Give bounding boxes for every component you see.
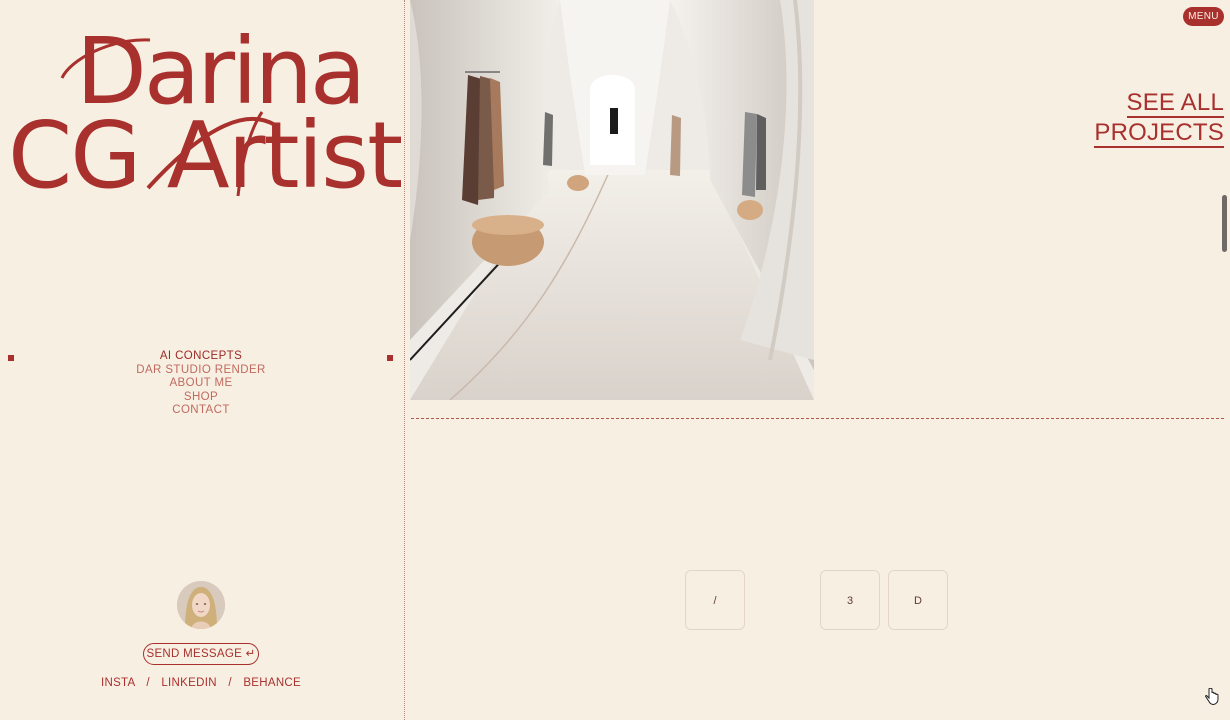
social-separator: / xyxy=(228,677,232,689)
key-d[interactable]: D xyxy=(888,570,948,630)
see-all-projects-link[interactable]: SEE ALL PROJECTS xyxy=(1094,88,1224,148)
avatar-portrait-icon xyxy=(177,581,225,629)
boutique-interior-image xyxy=(410,0,814,400)
key-3[interactable]: 3 xyxy=(820,570,880,630)
hand-pointer-icon xyxy=(1205,688,1219,705)
nav-item-contact[interactable]: CONTACT xyxy=(0,404,402,418)
behance-link[interactable]: BEHANCE xyxy=(243,677,301,689)
insta-link[interactable]: INSTA xyxy=(101,677,135,689)
linkedin-link[interactable]: LINKEDIN xyxy=(161,677,216,689)
left-panel: Darina CG Artist AI CONCEPTS DAR STUDIO … xyxy=(0,0,404,720)
nav-item-dar-studio-render[interactable]: DAR STUDIO RENDER xyxy=(0,364,402,378)
horizontal-divider xyxy=(411,418,1224,419)
nav-item-about-me[interactable]: ABOUT ME xyxy=(0,377,402,391)
see-all-line2: PROJECTS xyxy=(1094,119,1224,148)
key-slash[interactable]: / xyxy=(685,570,745,630)
see-all-line1: SEE ALL xyxy=(1126,89,1224,118)
scrollbar-thumb[interactable] xyxy=(1222,195,1227,252)
social-links: INSTA / LINKEDIN / BEHANCE xyxy=(0,677,402,689)
nav-item-shop[interactable]: SHOP xyxy=(0,391,402,405)
brand-title: CG Artist xyxy=(8,102,403,209)
main-nav: AI CONCEPTS DAR STUDIO RENDER ABOUT ME S… xyxy=(0,350,402,418)
avatar xyxy=(177,581,225,629)
vertical-divider xyxy=(404,0,405,720)
social-separator: / xyxy=(146,677,150,689)
nav-item-ai-concepts[interactable]: AI CONCEPTS xyxy=(0,350,402,364)
menu-button[interactable]: MENU xyxy=(1183,7,1224,26)
send-message-button[interactable]: SEND MESSAGE ↵ xyxy=(143,643,259,665)
hero-image[interactable] xyxy=(410,0,814,400)
brand-logo[interactable]: Darina CG Artist xyxy=(0,0,404,210)
